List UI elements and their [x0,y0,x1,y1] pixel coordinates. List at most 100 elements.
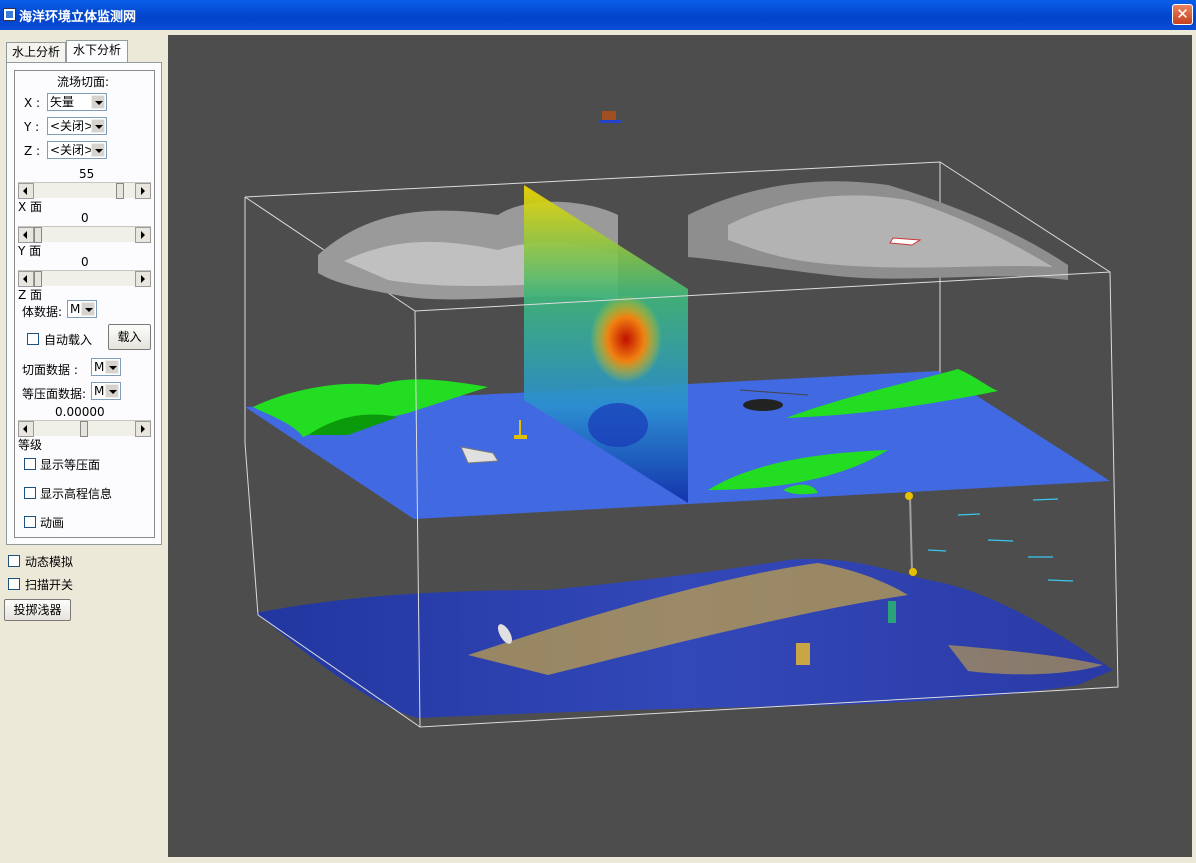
current-dashes [927,498,1074,582]
app-window-icon [3,8,16,21]
z-slider-thumb[interactable] [34,271,42,287]
y-slice-select[interactable]: <关闭> [47,117,107,135]
scan-switch-label: 扫描开关 [25,578,74,592]
y-plane-slider[interactable] [18,226,151,243]
level-label: 等级 [18,438,43,452]
z-slider-value: 0 [81,255,89,269]
x-plane-slider[interactable] [18,182,151,199]
x-slider-value: 55 [79,167,95,181]
underwater-buoy [905,492,917,576]
volume-data-select[interactable]: M [67,300,97,318]
dynamic-sim-label: 动态模拟 [25,555,74,569]
y-slider-value: 0 [81,211,89,225]
title-bar: 海洋环境立体监测网 ✕ [0,0,1196,30]
slice-hot-spot [590,295,662,383]
slice-data-label: 切面数据 : [22,363,78,377]
seabed-station-icon [796,643,810,665]
current-dash [1032,498,1059,501]
box-edge [244,442,259,616]
cloud-terrain [318,111,1068,300]
level-value: 0.00000 [55,405,105,419]
chevron-down-icon[interactable] [91,119,105,133]
slider-left-arrow-icon[interactable] [18,227,34,243]
slider-left-arrow-icon[interactable] [18,183,34,199]
show-isosurface-checkbox[interactable] [24,458,36,470]
show-elevation-label: 显示高程信息 [40,487,113,501]
helicopter-icon [743,399,783,411]
chevron-down-icon[interactable] [91,143,105,157]
x-axis-label: X : [24,96,41,110]
close-icon: ✕ [1176,5,1189,23]
slice-data-value: M [94,360,105,374]
throw-probe-button-label: 投掷浅器 [13,603,62,617]
slider-left-arrow-icon[interactable] [18,271,34,287]
animation-checkbox[interactable] [24,516,36,528]
z-slice-select[interactable]: <关闭> [47,141,107,159]
chevron-down-icon[interactable] [91,95,105,109]
seabed-sensor-icon [888,601,896,623]
animation-label: 动画 [40,516,65,530]
close-button[interactable]: ✕ [1172,4,1193,25]
chevron-down-icon[interactable] [81,302,95,316]
show-elevation-checkbox[interactable] [24,487,36,499]
slice-data-select[interactable]: M [91,358,121,376]
y-plane-label: Y 面 [18,244,42,258]
current-dash [927,549,947,552]
z-slice-value: <关闭> [50,143,95,157]
auto-load-label: 自动载入 [44,333,93,347]
buoy-icon [514,435,527,439]
y-axis-label: Y : [24,120,40,134]
z-plane-slider[interactable] [18,270,151,287]
flow-slice-group: 流场切面: X : 矢量 Y : <关闭> Z : <关闭> 55 X 面 0 … [14,70,155,538]
level-slider[interactable] [18,420,151,437]
level-slider-thumb[interactable] [80,421,88,437]
current-dash [1047,579,1074,582]
auto-load-checkbox[interactable] [27,333,39,345]
y-slider-thumb[interactable] [34,227,42,243]
tab-above-water-label: 水上分析 [11,45,60,59]
window-title: 海洋环境立体监测网 [19,10,137,25]
slider-right-arrow-icon[interactable] [135,421,151,437]
ocean-scene[interactable] [168,35,1192,857]
seabed-terrain [256,559,1113,718]
slider-left-arrow-icon[interactable] [18,421,34,437]
tab-pane-under-water: 流场切面: X : 矢量 Y : <关闭> Z : <关闭> 55 X 面 0 … [6,62,162,545]
chevron-down-icon[interactable] [105,384,119,398]
load-button-label: 载入 [117,330,142,344]
slider-right-arrow-icon[interactable] [135,227,151,243]
chevron-down-icon[interactable] [105,360,119,374]
control-panel: 水上分析 水下分析 流场切面: X : 矢量 Y : <关闭> Z : <关闭>… [0,30,168,863]
load-button[interactable]: 载入 [108,324,151,350]
z-axis-label: Z : [24,144,41,158]
satellite-icon [602,111,616,120]
buoy-top-icon [905,492,913,500]
volume-data-label: 体数据: [22,305,63,319]
satellite-panel [600,120,622,123]
isosurface-data-label: 等压面数据: [22,387,87,401]
isosurface-data-value: M [94,384,105,398]
x-slice-select[interactable]: 矢量 [47,93,107,111]
tab-under-water-label: 水下分析 [72,43,121,57]
buoy-cable [909,496,913,572]
current-dash [957,513,981,516]
show-isosurface-label: 显示等压面 [40,458,101,472]
buoy-bottom-icon [909,568,917,576]
isosurface-data-select[interactable]: M [91,382,121,400]
x-slice-value: 矢量 [50,95,75,109]
group-title: 流场切面: [57,75,110,89]
slice-cold-spot [588,403,648,447]
3d-viewport[interactable] [168,35,1192,857]
throw-probe-button[interactable]: 投掷浅器 [4,599,71,621]
dynamic-sim-checkbox[interactable] [8,555,20,567]
volume-data-value: M [70,302,81,316]
current-dash [987,539,1014,542]
tab-under-water[interactable]: 水下分析 [66,40,128,62]
scan-switch-checkbox[interactable] [8,578,20,590]
y-slice-value: <关闭> [50,119,95,133]
x-plane-label: X 面 [18,200,43,214]
slider-right-arrow-icon[interactable] [135,271,151,287]
tab-above-water[interactable]: 水上分析 [6,42,66,62]
slider-right-arrow-icon[interactable] [135,183,151,199]
x-slider-thumb[interactable] [116,183,124,199]
z-plane-label: Z 面 [18,288,43,302]
